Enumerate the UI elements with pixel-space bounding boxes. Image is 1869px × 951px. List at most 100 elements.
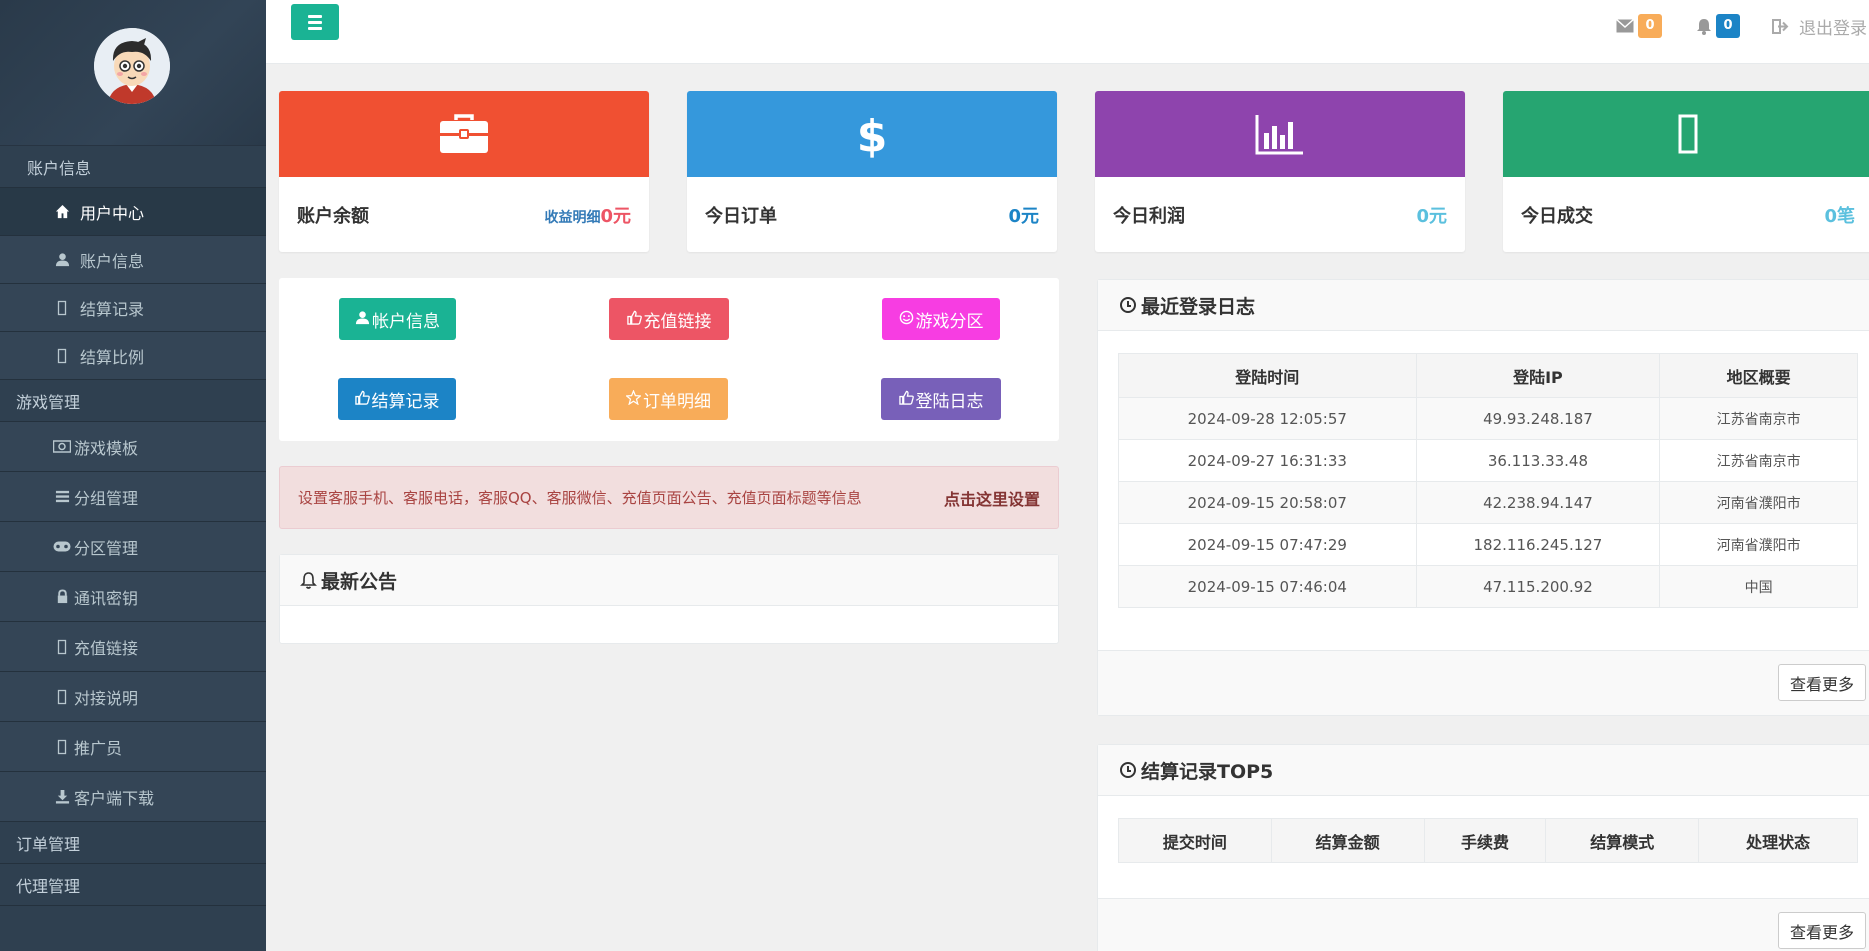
sidebar-item-label: 结算记录 (80, 299, 145, 319)
settlement-column-header: 结算模式 (1545, 818, 1700, 863)
quick-link-button-4[interactable]: 订单明细 (609, 378, 728, 420)
sidebar-item-14[interactable]: 订单管理 (0, 822, 266, 864)
sidebar-item-15[interactable]: 代理管理 (0, 864, 266, 906)
quick-link-label: 登陆日志 (915, 391, 984, 412)
sidebar-item-10[interactable]: 充值链接 (0, 622, 266, 672)
quick-link-label: 订单明细 (643, 391, 711, 412)
table-row: 2024-09-15 07:46:04 47.115.200.92 中国 (1118, 565, 1858, 608)
login-log-more-button[interactable]: 查看更多 (1778, 664, 1866, 701)
user-icon (355, 310, 370, 329)
login-log-table: 登陆时间 登陆IP 地区概要 2024-09-28 12:05:57 49.93.24… (1118, 353, 1858, 608)
quick-link-button-0[interactable]: 帐户信息 (339, 298, 456, 340)
logout-label: 退出登录 (1799, 19, 1867, 39)
alert-text: 设置客服手机、客服电话，客服QQ、客服微信、充值页面公告、充值页面标题等信息 (298, 489, 862, 507)
announcement-title: 最新公告 (321, 570, 398, 593)
sidebar-item-12[interactable]: 推广员 (0, 722, 266, 772)
login-log-title: 最近登录日志 (1141, 295, 1256, 318)
logout-link[interactable]: 退出登录 (1772, 14, 1867, 39)
login-log-footer: 查看更多 (1098, 650, 1869, 715)
sidebar-item-label: 代理管理 (16, 876, 81, 896)
quick-link-label: 帐户信息 (372, 311, 440, 332)
login-region-cell: 江苏省南京市 (1659, 439, 1858, 482)
login-ip-cell: 47.115.200.92 (1415, 565, 1661, 608)
login-region-cell: 河南省濮阳市 (1659, 523, 1858, 566)
top-navbar: 0 0 退出登录 (266, 0, 1869, 64)
sidebar-item-4[interactable]: 结算比例 (0, 332, 266, 380)
clock-icon (1120, 297, 1136, 313)
settlement-column-header: 手续费 (1423, 818, 1547, 863)
missing-glyph-icon (52, 739, 72, 755)
sidebar-item-7[interactable]: 分组管理 (0, 472, 266, 522)
bell-notification[interactable]: 0 (1696, 14, 1740, 38)
login-ip-cell: 36.113.33.48 (1415, 439, 1661, 482)
login-region-cell: 中国 (1659, 565, 1858, 608)
stat-label: 今日成交 (1521, 205, 1593, 227)
svg-text:$: $ (858, 111, 886, 159)
login-time-cell: 2024-09-28 12:05:57 (1118, 397, 1417, 440)
sidebar-item-11[interactable]: 对接说明 (0, 672, 266, 722)
quick-link-button-1[interactable]: 充值链接 (609, 298, 729, 340)
sidebar-item-0[interactable]: 账户信息 (0, 146, 266, 188)
menu-toggle-button[interactable] (291, 4, 339, 40)
sidebar-item-8[interactable]: 分区管理 (0, 522, 266, 572)
login-time-cell: 2024-09-27 16:31:33 (1118, 439, 1417, 482)
sidebar-item-5[interactable]: 游戏管理 (0, 380, 266, 422)
stat-value: 0元 (1008, 205, 1039, 227)
settlement-more-button[interactable]: 查看更多 (1778, 912, 1866, 949)
avatar[interactable] (94, 28, 170, 104)
sidebar-profile (0, 0, 266, 146)
sidebar-nav: 账户信息 用户中心 账户信息 结算记录 结算比例 游戏管理 游戏模板 分组管理 分区管理 通讯密钥… (0, 146, 266, 906)
login-time-cell: 2024-09-15 07:46:04 (1118, 565, 1417, 608)
settlement-top5-panel: 结算记录TOP5 提交时间 结算金额 手续费 结算模式 处理状态 查看更多 (1097, 744, 1869, 951)
sidebar-item-1[interactable]: 用户中心 (0, 188, 266, 236)
home-icon (52, 204, 72, 219)
login-time-cell: 2024-09-15 07:47:29 (1118, 523, 1417, 566)
login-log-header: 最近登录日志 (1098, 280, 1869, 331)
sidebar-item-2[interactable]: 账户信息 (0, 236, 266, 284)
login-log-panel: 最近登录日志 登陆时间 登陆IP 地区概要 2024-09-28 12:05:57 4… (1097, 279, 1869, 716)
smile-icon (899, 310, 914, 329)
quick-link-button-2[interactable]: 游戏分区 (882, 298, 1000, 340)
envelope-icon (1616, 19, 1634, 33)
alert-settings-link[interactable]: 点击这里设置 (944, 486, 1040, 510)
download-icon (52, 789, 72, 804)
bar-chart-icon (1095, 91, 1465, 177)
sidebar-item-9[interactable]: 通讯密钥 (0, 572, 266, 622)
quick-link-button-3[interactable]: 结算记录 (338, 378, 456, 420)
sidebar-item-13[interactable]: 客户端下载 (0, 772, 266, 822)
missing-glyph-icon (52, 689, 72, 705)
sidebar: 账户信息 用户中心 账户信息 结算记录 结算比例 游戏管理 游戏模板 分组管理 分区管理 通讯密钥… (0, 0, 266, 951)
missing-glyph-icon (52, 639, 72, 655)
quick-link-button-5[interactable]: 登陆日志 (881, 378, 1001, 420)
settlement-column-header: 提交时间 (1118, 818, 1272, 863)
sidebar-item-label: 账户信息 (80, 251, 145, 271)
stat-value: 0元 (600, 205, 631, 227)
user-icon (52, 252, 72, 267)
table-row: 2024-09-28 12:05:57 49.93.248.187 江苏省南京市 (1118, 397, 1858, 440)
money-icon (52, 439, 72, 454)
login-region-cell: 江苏省南京市 (1659, 397, 1858, 440)
quick-links-panel: 帐户信息 充值链接 游戏分区结算记录 订单明细 登陆日志 (279, 278, 1059, 441)
login-log-column-header: 登陆时间 (1118, 353, 1417, 398)
hamburger-icon (308, 14, 322, 18)
sidebar-item-label: 游戏管理 (16, 392, 81, 412)
bell-count-badge: 0 (1716, 14, 1740, 38)
gamepad-icon (52, 539, 72, 554)
sidebar-item-6[interactable]: 游戏模板 (0, 422, 266, 472)
login-ip-cell: 49.93.248.187 (1415, 397, 1661, 440)
stat-card-1: $ 今日订单 0元 (687, 91, 1057, 252)
table-row: 2024-09-15 20:58:07 42.238.94.147 河南省濮阳市 (1118, 481, 1858, 524)
announcement-header: 最新公告 (280, 555, 1058, 606)
mail-notification[interactable]: 0 (1616, 14, 1662, 38)
stat-label: 今日订单 (705, 205, 777, 227)
sidebar-item-label: 对接说明 (74, 688, 139, 708)
login-region-cell: 河南省濮阳市 (1659, 481, 1858, 524)
settlement-footer: 查看更多 (1098, 898, 1869, 951)
sign-out-icon (1772, 19, 1789, 34)
login-log-column-header: 地区概要 (1659, 353, 1858, 398)
stat-value: 0笔 (1824, 205, 1855, 227)
settlement-top5-header: 结算记录TOP5 (1098, 745, 1869, 796)
income-detail-link[interactable]: 收益明细 (544, 210, 600, 226)
sidebar-item-3[interactable]: 结算记录 (0, 284, 266, 332)
sidebar-item-label: 分组管理 (74, 488, 139, 508)
